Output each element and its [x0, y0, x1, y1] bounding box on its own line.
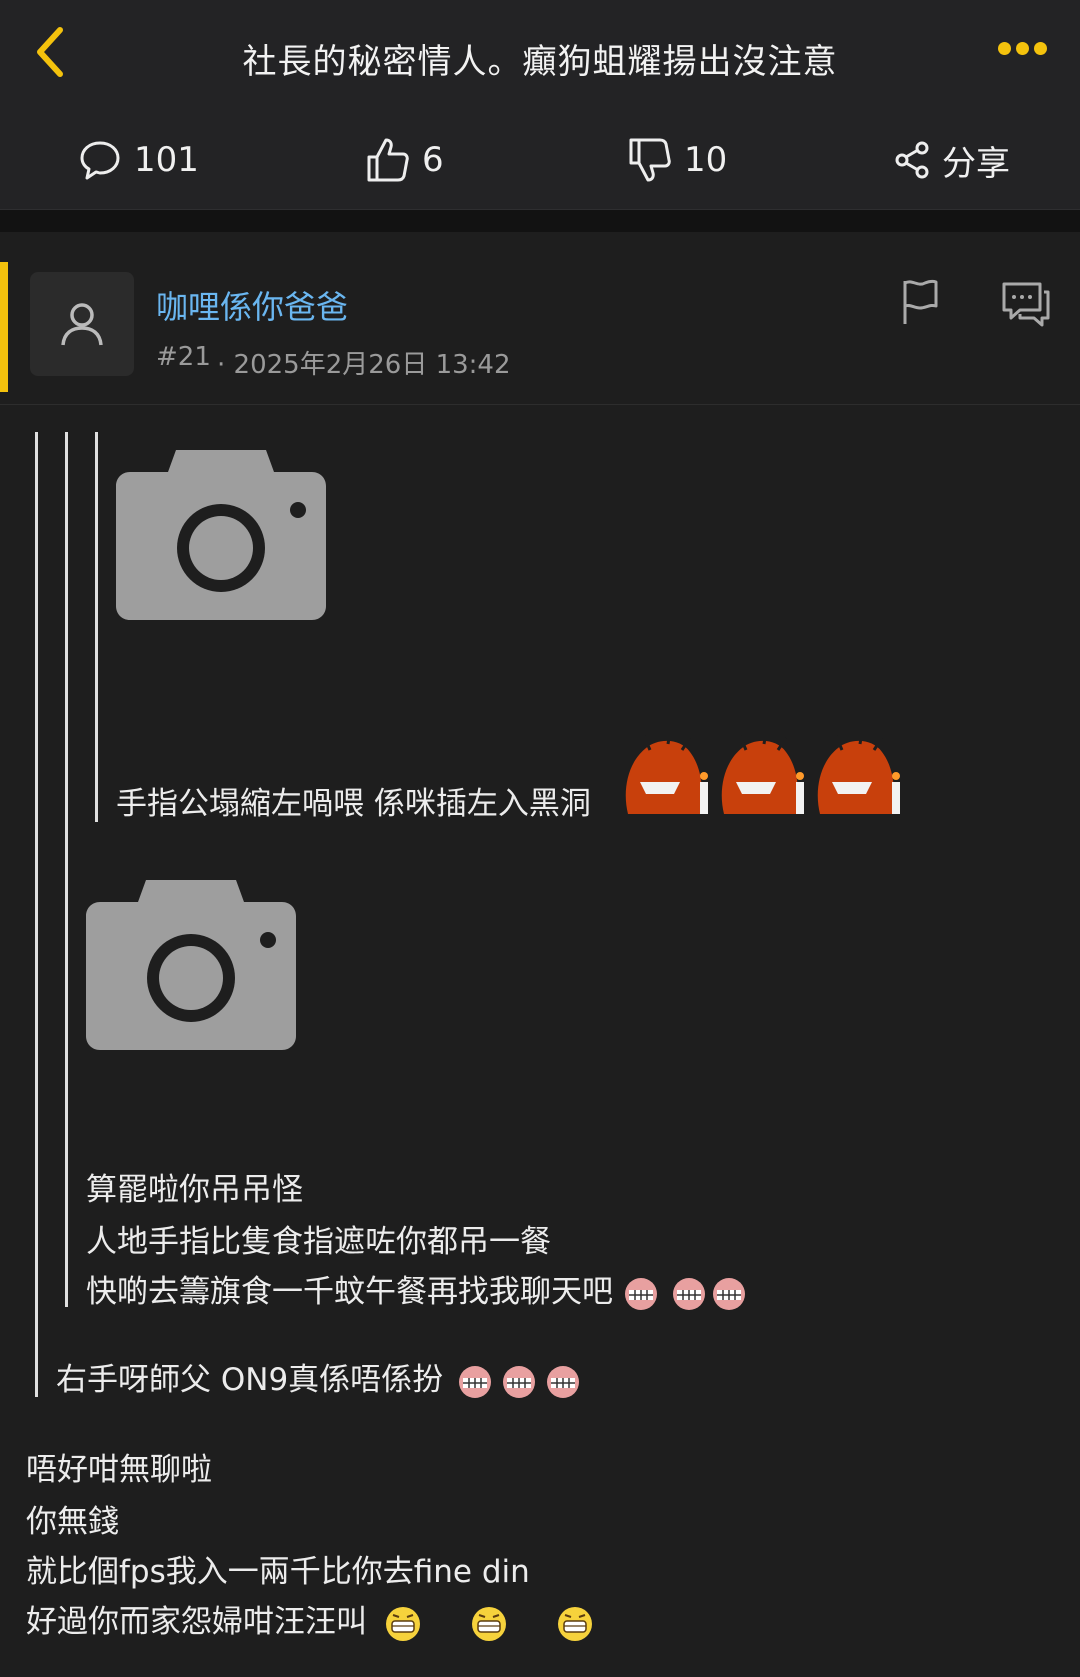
- emoji-1: [625, 731, 708, 814]
- quote-2-line-1: 算罷啦你吊吊怪: [86, 1172, 303, 1208]
- reply-line-1: 唔好咁無聊啦: [26, 1452, 212, 1488]
- more-dot: [1016, 42, 1029, 55]
- crying-monkey-emoji-icon: [625, 731, 900, 814]
- quote-reply-button[interactable]: [1000, 280, 1052, 332]
- quote-3-line-1: 手指公塌縮左喎喂 係咪插左入黑洞: [116, 786, 591, 822]
- comment-count-button[interactable]: 101: [78, 132, 199, 188]
- comment-count: 101: [134, 140, 199, 180]
- report-button[interactable]: [900, 278, 940, 330]
- share-icon: [895, 141, 929, 179]
- more-dot: [1034, 42, 1047, 55]
- chevron-left-icon: [37, 27, 63, 77]
- like-count: 6: [422, 140, 444, 180]
- emoji-2: [721, 731, 804, 814]
- quote-1-line-1: 右手呀師父 ON9真係唔係扮: [56, 1354, 583, 1402]
- more-dots-icon: [998, 42, 1011, 55]
- image-placeholder[interactable]: [86, 880, 296, 1054]
- laugh-emoji-icon: [385, 1606, 592, 1641]
- back-button[interactable]: [30, 22, 74, 82]
- quote-2-line-3: 快啲去籌旗食一千蚊午餐再找我聊天吧: [86, 1266, 747, 1314]
- username[interactable]: 咖哩係你爸爸: [156, 282, 348, 328]
- quote-line-3: [95, 432, 98, 822]
- post-header: 咖哩係你爸爸 #21 · 2025年2月26日 13:42: [0, 250, 1080, 405]
- like-button[interactable]: 6: [366, 132, 444, 188]
- quote-line-1: [35, 432, 38, 1397]
- post-number: #21: [156, 342, 211, 372]
- page-title: 社長的秘密情人。癲狗蛆耀揚出沒注意: [242, 42, 838, 82]
- emoji-group: [620, 730, 910, 816]
- quote-2-line-3-text: 快啲去籌旗食一千蚊午餐再找我聊天吧: [86, 1274, 613, 1310]
- quote-1-line-1-text: 右手呀師父 ON9真係唔係扮: [56, 1362, 444, 1398]
- avatar[interactable]: [30, 272, 134, 376]
- flag-icon: [903, 279, 938, 324]
- highlight-bar: [0, 262, 8, 392]
- thumbs-down-icon: [629, 138, 671, 182]
- dislike-button[interactable]: 10: [628, 132, 727, 188]
- camera-icon: [86, 880, 296, 1050]
- reply-line-4: 好過你而家怨婦咁汪汪叫: [26, 1596, 597, 1644]
- reply-bubble-icon: [1002, 282, 1050, 327]
- reply-line-2: 你無錢: [26, 1504, 119, 1540]
- stats-bar: 101 6 10 分享: [0, 112, 1080, 210]
- emoji-3: [817, 731, 900, 814]
- camera-icon: [116, 450, 326, 620]
- quote-line-2: [65, 432, 68, 1307]
- comment-bubble-icon: [80, 141, 120, 180]
- share-label: 分享: [942, 143, 1010, 184]
- section-divider: [0, 210, 1080, 232]
- grin-emoji-icon: [624, 1277, 745, 1310]
- more-button[interactable]: [998, 40, 1058, 60]
- thumbs-up-icon: [367, 138, 409, 182]
- image-placeholder[interactable]: [116, 450, 326, 624]
- quote-text: 手指公塌縮左喎喂 係咪插左入黑洞: [116, 778, 591, 823]
- reply-line-4-text: 好過你而家怨婦咁汪汪叫: [26, 1604, 367, 1640]
- grin-emoji-icon: [459, 1365, 580, 1398]
- reply-line-3: 就比個fps我入一兩千比你去fine din: [26, 1554, 530, 1590]
- share-button[interactable]: 分享: [894, 132, 1010, 188]
- top-bar: 社長的秘密情人。癲狗蛆耀揚出沒注意: [0, 0, 1080, 112]
- user-icon: [61, 303, 103, 346]
- post-timestamp: · 2025年2月26日 13:42: [217, 350, 511, 380]
- dislike-count: 10: [684, 140, 728, 180]
- quote-2-line-2: 人地手指比隻食指遮咗你都吊一餐: [86, 1224, 551, 1260]
